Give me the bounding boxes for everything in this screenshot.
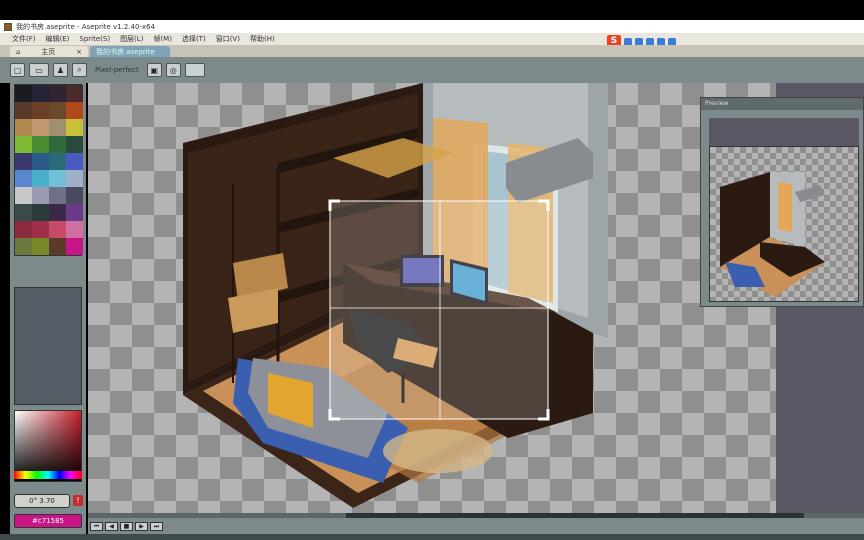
menu-window[interactable]: 窗口(V): [216, 34, 240, 44]
window-titlebar: 我的书房.aseprite - Aseprite v1.2.40-x64: [0, 20, 864, 33]
palette-swatch[interactable]: [15, 204, 32, 221]
palette-swatch[interactable]: [49, 187, 66, 204]
play-button[interactable]: ■: [120, 522, 133, 531]
palette-swatch[interactable]: [32, 221, 49, 238]
zoom-icon[interactable]: ⌕: [72, 63, 87, 77]
hue-slider[interactable]: [14, 471, 82, 479]
menu-frame[interactable]: 帧(M): [153, 34, 172, 44]
palette-swatch[interactable]: [15, 119, 32, 136]
palette-swatch[interactable]: [15, 221, 32, 238]
window-title: 我的书房.aseprite - Aseprite v1.2.40-x64: [16, 22, 156, 31]
menu-help[interactable]: 帮助(H): [250, 34, 275, 44]
menu-select[interactable]: 选择(T): [182, 34, 206, 44]
prev-frame-button[interactable]: ◀: [105, 522, 118, 531]
warning-icon[interactable]: !: [73, 495, 83, 506]
tab-home-label: 主页: [41, 47, 56, 56]
palette-swatch[interactable]: [49, 119, 66, 136]
context-toolbar: ▢ ▭ ♟ ⌕ Pixel-perfect ▣ ◎: [0, 57, 864, 83]
menu-layer[interactable]: 图层(L): [120, 34, 143, 44]
palette-swatch[interactable]: [66, 136, 83, 153]
palette-swatch[interactable]: [15, 187, 32, 204]
palette-swatch[interactable]: [15, 102, 32, 119]
palette-swatch[interactable]: [49, 85, 66, 102]
preview-window[interactable]: Preview: [700, 97, 864, 307]
palette-swatch[interactable]: [32, 187, 49, 204]
palette-swatch[interactable]: [66, 85, 83, 102]
last-frame-button[interactable]: ⏭: [150, 522, 163, 531]
next-frame-button[interactable]: ▶: [135, 522, 148, 531]
palette-swatch[interactable]: [66, 102, 83, 119]
menu-file[interactable]: 文件(F): [12, 34, 36, 44]
palette-swatch[interactable]: [32, 204, 49, 221]
palette-swatch[interactable]: [66, 119, 83, 136]
preview-canvas: [709, 146, 859, 302]
palette-swatch[interactable]: [66, 238, 83, 255]
palette-swatch[interactable]: [66, 204, 83, 221]
coords-readout: 0° 3.70: [14, 494, 70, 508]
palette-swatch[interactable]: [15, 238, 32, 255]
palette-swatch[interactable]: [66, 153, 83, 170]
preview-sprite: [720, 172, 825, 297]
palette-swatch[interactable]: [66, 187, 83, 204]
left-panel: 0° 3.70 ! #c71585: [10, 83, 86, 540]
menu-sprite[interactable]: Sprite(S): [79, 35, 110, 43]
palette-swatch[interactable]: [49, 221, 66, 238]
palette-swatch[interactable]: [49, 170, 66, 187]
palette-swatch[interactable]: [15, 170, 32, 187]
preview-dark-area: [709, 118, 859, 146]
palette-swatch[interactable]: [66, 170, 83, 187]
palette-swatch[interactable]: [32, 136, 49, 153]
status-bar: [0, 534, 864, 540]
color-palette: [14, 84, 83, 256]
palette-swatch[interactable]: [32, 85, 49, 102]
palette-swatch[interactable]: [49, 102, 66, 119]
palette-swatch[interactable]: [32, 170, 49, 187]
app-icon: [4, 22, 12, 31]
palette-swatch[interactable]: [49, 136, 66, 153]
opacity-field[interactable]: [184, 63, 205, 77]
tab-bar: ⌂ 主页 × 我的书房.aseprite: [0, 45, 864, 57]
close-icon[interactable]: ×: [76, 48, 82, 56]
palette-swatch[interactable]: [49, 153, 66, 170]
canvas-dark-region: [776, 307, 864, 513]
pixel-perfect-toggle[interactable]: ▣: [146, 63, 162, 77]
palette-swatch[interactable]: [32, 238, 49, 255]
home-icon: ⌂: [16, 47, 21, 56]
palette-swatch[interactable]: [32, 153, 49, 170]
top-black-bar: [0, 0, 864, 20]
pixel-perfect-label: Pixel-perfect: [95, 66, 139, 74]
palette-swatch[interactable]: [15, 153, 32, 170]
person-icon[interactable]: ♟: [53, 63, 68, 77]
tab-file[interactable]: 我的书房.aseprite: [90, 46, 170, 57]
palette-swatch[interactable]: [15, 136, 32, 153]
canvas-right-edge: [776, 83, 864, 97]
palette-empty-area: [14, 287, 82, 405]
tab-file-label: 我的书房.aseprite: [96, 47, 155, 56]
palette-swatch[interactable]: [66, 221, 83, 238]
menu-edit[interactable]: 编辑(E): [46, 34, 70, 44]
ink-option-button[interactable]: ◎: [165, 63, 181, 77]
preview-title: Preview: [701, 98, 863, 110]
brush-type-button[interactable]: ▢: [10, 63, 25, 77]
brush-size-button[interactable]: ▭: [29, 63, 49, 77]
menubar: 文件(F) 编辑(E) Sprite(S) 图层(L) 帧(M) 选择(T) 窗…: [0, 33, 864, 45]
palette-swatch[interactable]: [15, 85, 32, 102]
first-frame-button[interactable]: ⏮: [90, 522, 103, 531]
palette-swatch[interactable]: [32, 102, 49, 119]
palette-swatch[interactable]: [49, 204, 66, 221]
palette-swatch[interactable]: [32, 119, 49, 136]
palette-swatch[interactable]: [49, 238, 66, 255]
tab-home[interactable]: ⌂ 主页 ×: [10, 46, 88, 57]
hex-color-field[interactable]: #c71585: [14, 514, 82, 528]
